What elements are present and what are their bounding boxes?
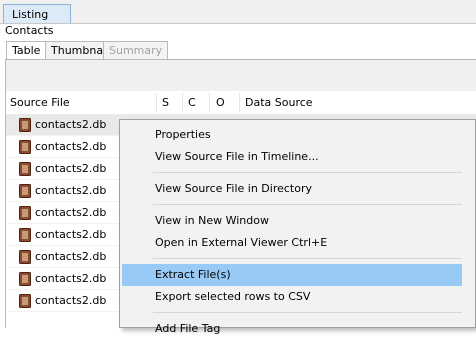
menu-item-view-in-timeline[interactable]: View Source File in Timeline... [122,146,462,168]
menu-item-view-in-new-window[interactable]: View in New Window [122,210,462,232]
tab-table[interactable]: Table [6,41,47,60]
menu-item-properties[interactable]: Properties [122,124,462,146]
menu-item-add-file-tag[interactable]: Add File Tag [122,318,462,340]
source-file-name: contacts2.db [35,272,107,285]
column-divider[interactable] [156,93,157,112]
column-header-data-source[interactable]: Data Source [245,96,313,109]
source-file-name: contacts2.db [35,294,107,307]
context-menu: Properties View Source File in Timeline.… [119,119,476,335]
database-file-icon [19,140,31,154]
menu-item-label: Properties [155,128,211,141]
source-file-name: contacts2.db [35,162,107,175]
top-tab-bar: Listing [0,0,476,24]
column-header-s[interactable]: S [162,96,169,109]
database-file-icon [19,206,31,220]
source-file-name: contacts2.db [35,250,107,263]
column-divider[interactable] [239,93,240,112]
database-file-icon [19,228,31,242]
menu-item-label: Add File Tag [155,322,221,335]
menu-item-label: Export selected rows to CSV [155,290,311,303]
column-header-source-file[interactable]: Source File [10,96,70,109]
menu-item-export-csv[interactable]: Export selected rows to CSV [122,286,462,308]
source-file-name: contacts2.db [35,140,107,153]
section-label: Contacts [5,24,54,37]
source-file-name: contacts2.db [35,228,107,241]
menu-item-label: Open in External Viewer Ctrl+E [155,236,328,249]
column-header-o[interactable]: O [216,96,225,109]
database-file-icon [19,250,31,264]
source-file-name: contacts2.db [35,206,107,219]
tab-summary: Summary [103,41,169,59]
table-header: Source File S C O Data Source [6,91,476,115]
database-file-icon [19,294,31,308]
menu-item-label: View Source File in Timeline... [155,150,319,163]
database-file-icon [19,184,31,198]
database-file-icon [19,162,31,176]
menu-separator [153,204,462,205]
menu-separator [153,172,462,173]
column-header-c[interactable]: C [188,96,196,109]
source-file-name: contacts2.db [35,118,107,131]
database-file-icon [19,118,31,132]
database-file-icon [19,272,31,286]
menu-item-view-in-directory[interactable]: View Source File in Directory [122,178,462,200]
menu-separator [153,312,462,313]
menu-item-label: View in New Window [155,214,269,227]
column-divider[interactable] [209,93,210,112]
menu-separator [153,258,462,259]
menu-item-open-external-viewer[interactable]: Open in External Viewer Ctrl+E [122,232,462,254]
column-divider[interactable] [182,93,183,112]
tab-listing[interactable]: Listing [3,4,71,23]
menu-item-extract-files[interactable]: Extract File(s) [122,264,462,286]
source-file-name: contacts2.db [35,184,107,197]
menu-item-label: Extract File(s) [155,268,231,281]
menu-item-label: View Source File in Directory [155,182,313,195]
